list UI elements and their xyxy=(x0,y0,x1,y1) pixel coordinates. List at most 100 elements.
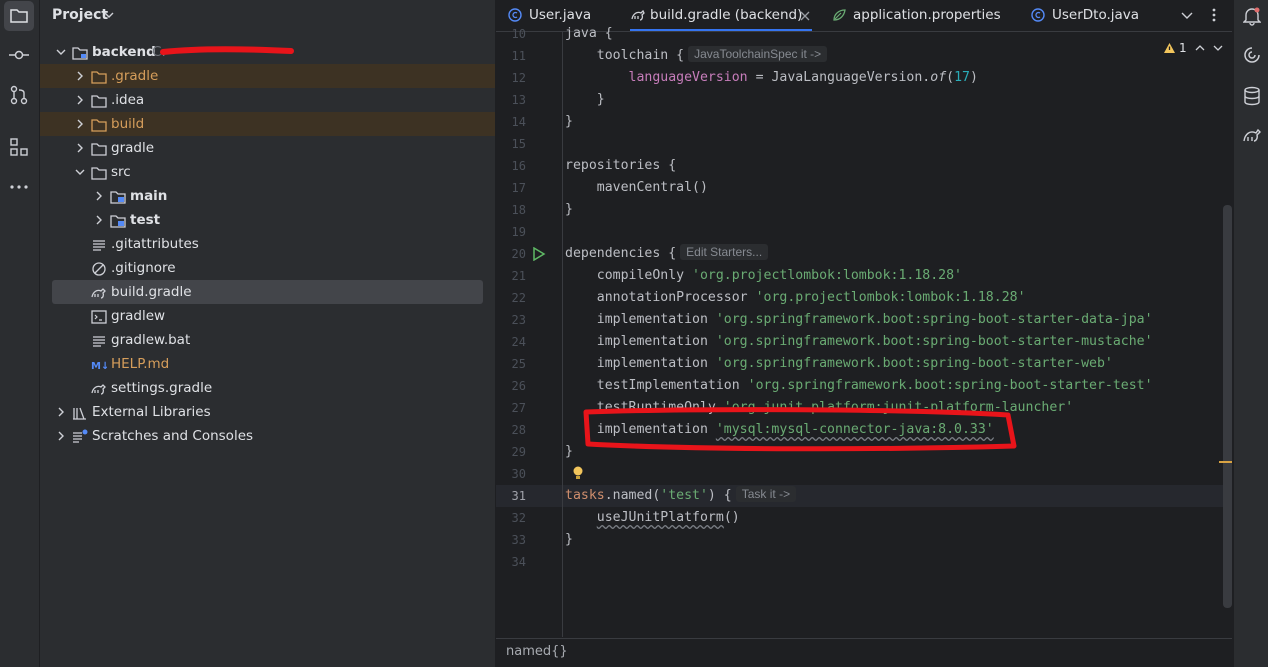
editor-area: User.java build.gradle (backend) applica… xyxy=(496,0,1232,667)
code-line[interactable]: } xyxy=(565,89,605,111)
code-token: testRuntimeOnly xyxy=(565,400,724,415)
editor-gutter: 10 11 12 13 14 15 16 17 18 19 20 21 22 23 24 25 26 27 28 29… xyxy=(496,27,563,637)
tree-item-external-libraries[interactable]: External Libraries xyxy=(40,400,495,424)
inlay-hint[interactable]: Edit Starters... xyxy=(680,244,769,260)
chevron-down-icon[interactable] xyxy=(56,47,66,57)
code-token: testImplementation xyxy=(565,378,748,393)
close-icon[interactable] xyxy=(800,11,810,21)
code-line[interactable]: } xyxy=(565,111,573,133)
line-number: 16 xyxy=(511,159,526,173)
chevron-right-icon[interactable] xyxy=(75,119,85,129)
inlay-hint[interactable]: Task it -> xyxy=(735,486,797,502)
database-icon[interactable] xyxy=(1243,86,1261,106)
chevron-down-icon[interactable] xyxy=(75,167,85,177)
code-line[interactable]: languageVersion = JavaLanguageVersion.of… xyxy=(565,67,978,89)
tree-item-build[interactable]: build xyxy=(40,112,495,136)
run-gutter-icon[interactable] xyxy=(532,247,546,261)
tree-item-help-md[interactable]: M↓ HELP.md xyxy=(40,352,495,376)
git-tool-button[interactable] xyxy=(8,84,30,106)
next-highlight-icon[interactable] xyxy=(1213,43,1223,53)
chevron-right-icon[interactable] xyxy=(75,71,85,81)
code-line[interactable]: } xyxy=(565,199,573,221)
code-line[interactable]: implementation 'mysql:mysql-connector-ja… xyxy=(565,419,994,441)
tab-application-properties[interactable]: application.properties xyxy=(832,0,1012,31)
inspection-widget[interactable]: 1 xyxy=(1163,41,1223,57)
tree-item-gitattributes[interactable]: .gitattributes xyxy=(40,232,495,256)
chevron-right-icon[interactable] xyxy=(94,215,104,225)
tree-item-gitignore[interactable]: .gitignore xyxy=(40,256,495,280)
code-token: } xyxy=(565,444,573,459)
tab-build-gradle[interactable]: build.gradle (backend) xyxy=(630,0,812,31)
commit-tool-button[interactable] xyxy=(8,44,30,66)
code-line[interactable]: implementation 'org.springframework.boot… xyxy=(565,331,1153,353)
previous-highlight-icon[interactable] xyxy=(1195,43,1205,53)
chevron-right-icon[interactable] xyxy=(56,407,66,417)
chevron-right-icon[interactable] xyxy=(75,95,85,105)
warning-count: 1 xyxy=(1179,41,1187,55)
code-line[interactable]: testImplementation 'org.springframework.… xyxy=(565,375,1153,397)
project-panel: Project backend C: .gradle .idea build gradle… xyxy=(40,0,495,667)
code-line[interactable]: compileOnly 'org.projectlombok:lombok:1.… xyxy=(565,265,962,287)
right-tool-strip xyxy=(1233,0,1268,667)
gradle-icon xyxy=(91,288,106,299)
project-tool-button[interactable] xyxy=(4,1,34,31)
line-number: 24 xyxy=(511,335,526,349)
tree-item-src[interactable]: src xyxy=(40,160,495,184)
code-line[interactable]: mavenCentral() xyxy=(565,177,708,199)
code-line[interactable]: implementation 'org.springframework.boot… xyxy=(565,309,1153,331)
code-line[interactable]: repositories { xyxy=(565,155,676,177)
code-line[interactable]: useJUnitPlatform() xyxy=(565,507,740,529)
code-line[interactable]: toolchain {JavaToolchainSpec it -> xyxy=(565,45,828,67)
tree-item-scratches-and-consoles[interactable]: Scratches and Consoles xyxy=(40,424,495,448)
ai-assistant-icon[interactable] xyxy=(1243,46,1261,64)
code-line[interactable]: annotationProcessor 'org.projectlombok:l… xyxy=(565,287,1026,309)
breadcrumb[interactable]: named{} xyxy=(506,644,568,659)
tree-item-gradle[interactable]: .gradle xyxy=(40,64,495,88)
tab-list-chevron-icon[interactable] xyxy=(1180,8,1194,22)
tree-item-settings-gradle[interactable]: settings.gradle xyxy=(40,376,495,400)
tab-label: application.properties xyxy=(853,7,1001,23)
tree-item-gradle[interactable]: gradle xyxy=(40,136,495,160)
structure-tool-button[interactable] xyxy=(8,136,30,158)
chevron-right-icon[interactable] xyxy=(56,431,66,441)
code-line[interactable]: testRuntimeOnly 'org.junit.platform:juni… xyxy=(565,397,1073,419)
code-line[interactable]: } xyxy=(565,529,573,551)
project-panel-title[interactable]: Project xyxy=(52,7,108,23)
project-panel-header[interactable]: Project xyxy=(40,0,495,32)
tree-item-label: build.gradle xyxy=(111,284,192,300)
tree-item-gradlew-bat[interactable]: gradlew.bat xyxy=(40,328,495,352)
line-number: 13 xyxy=(511,93,526,107)
scroll-warning-marker[interactable] xyxy=(1219,461,1232,463)
gradle-icon xyxy=(631,9,645,21)
more-tools-button[interactable] xyxy=(8,176,30,198)
chevron-down-icon[interactable] xyxy=(103,8,115,22)
tree-item-main[interactable]: main xyxy=(40,184,495,208)
code-line[interactable]: dependencies {Edit Starters... xyxy=(565,243,769,265)
line-number: 33 xyxy=(511,533,526,547)
code-token: implementation xyxy=(565,312,716,327)
code-line[interactable]: implementation 'org.springframework.boot… xyxy=(565,353,1113,375)
chevron-right-icon[interactable] xyxy=(75,143,85,153)
tree-item-test[interactable]: test xyxy=(40,208,495,232)
editor-scrollbar[interactable] xyxy=(1223,205,1232,608)
more-vertical-icon[interactable] xyxy=(1208,7,1220,23)
folder-icon xyxy=(91,95,107,108)
code-line[interactable]: java { xyxy=(565,23,613,45)
tree-item-build-gradle[interactable]: build.gradle xyxy=(52,280,483,304)
tab-label: build.gradle (backend) xyxy=(650,7,803,23)
tree-item-label: gradle xyxy=(111,140,155,156)
line-number: 25 xyxy=(511,357,526,371)
left-tool-strip xyxy=(0,0,40,667)
tab-userdto-java[interactable]: UserDto.java xyxy=(1031,0,1141,31)
tree-item-gradlew[interactable]: gradlew xyxy=(40,304,495,328)
tree-item-idea[interactable]: .idea xyxy=(40,88,495,112)
gradle-icon[interactable] xyxy=(1242,126,1262,144)
code-line[interactable]: } xyxy=(565,441,573,463)
inlay-hint[interactable]: JavaToolchainSpec it -> xyxy=(688,46,828,62)
code-token: 'org.projectlombok:lombok:1.18.28' xyxy=(692,268,962,283)
lightbulb-icon[interactable] xyxy=(572,465,584,481)
chevron-right-icon[interactable] xyxy=(94,191,104,201)
notifications-icon[interactable] xyxy=(1243,6,1261,26)
code-line[interactable]: tasks.named('test') {Task it -> xyxy=(565,485,797,507)
tab-label: UserDto.java xyxy=(1052,7,1140,23)
